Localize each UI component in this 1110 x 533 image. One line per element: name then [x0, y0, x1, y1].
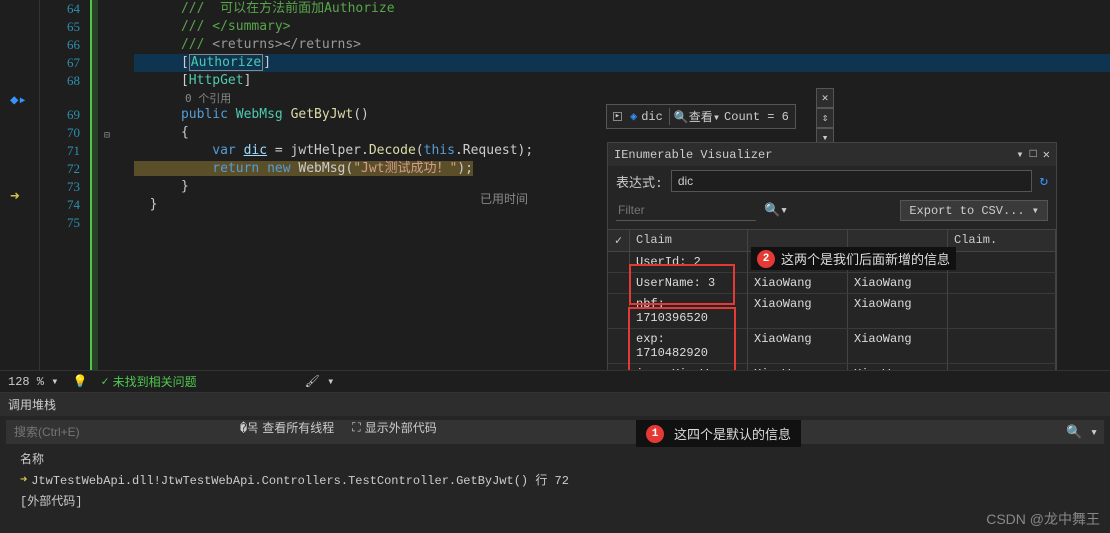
watermark: CSDN @龙中舞王	[986, 509, 1100, 529]
current-frame-icon: ➜	[20, 472, 27, 487]
refresh-icon[interactable]: ↻	[1040, 173, 1048, 190]
line-numbers: 64 65 66 67 68 69 70 71 72 73 74 75	[40, 0, 90, 370]
brush-icon[interactable]: 🖌 ▾	[305, 374, 335, 389]
no-issues-status[interactable]: ✓未找到相关问题	[101, 373, 196, 390]
datatip-var: dic	[641, 110, 663, 124]
visualizer-titlebar[interactable]: IEnumerable Visualizer ▾ □ ✕	[608, 143, 1056, 166]
fold-icon[interactable]: ⊟	[104, 130, 110, 142]
search-icon[interactable]: 🔍▾	[764, 203, 788, 218]
check-header[interactable]: ✓	[608, 230, 630, 251]
stack-frame[interactable]: [外部代码]	[0, 490, 1110, 511]
export-button[interactable]: Export to CSV... ▾	[900, 200, 1048, 221]
annotation-2: 2 这两个是我们后面新增的信息	[751, 247, 956, 270]
visualizer-title: IEnumerable Visualizer	[614, 148, 772, 162]
annotation-1: 1 这四个是默认的信息	[636, 420, 801, 447]
current-line-icon: ➜	[10, 186, 20, 206]
callstack-title: 调用堆栈	[0, 393, 1110, 416]
view-all-threads-button[interactable]: �목 查看所有线程	[240, 419, 334, 436]
datatip-close-icon[interactable]: ✕	[816, 88, 834, 108]
table-row: nbf: 1710396520XiaoWangXiaoWang	[608, 294, 1056, 329]
editor-status-bar: 128 % ▾ 💡 ✓未找到相关问题 🖌 ▾	[0, 370, 1110, 392]
dropdown-icon[interactable]: ▾	[1016, 147, 1023, 162]
search-icon[interactable]: 🔍 ▾	[1060, 425, 1104, 440]
view-dropdown[interactable]: 🔍查看▾	[669, 108, 720, 125]
col-name[interactable]: 名称	[0, 448, 1110, 469]
lightbulb-icon[interactable]: 💡	[72, 374, 87, 389]
count-label: Count = 6	[724, 110, 789, 124]
callstack-panel: 调用堆栈 🔍 ▾ �목 查看所有线程 ⛶ 显示外部代码 名称 ➜ JtwTest…	[0, 392, 1110, 533]
stack-frame[interactable]: ➜ JtwTestWebApi.dll!JtwTestWebApi.Contro…	[0, 469, 1110, 490]
debug-datatip[interactable]: ▸ ◈ dic 🔍查看▾ Count = 6	[606, 104, 796, 129]
bookmark-icon[interactable]: ◆▸	[10, 92, 27, 109]
filter-input[interactable]	[616, 200, 756, 221]
col-claim[interactable]: Claim	[630, 230, 748, 251]
badge-icon: 2	[757, 250, 775, 268]
visualizer-panel: IEnumerable Visualizer ▾ □ ✕ 表达式: ↻ 🔍▾ E…	[607, 142, 1057, 407]
zoom-level[interactable]: 128 % ▾	[8, 374, 58, 389]
cube-icon: ◈	[630, 109, 637, 124]
table-row: exp: 1710482920XiaoWangXiaoWang	[608, 329, 1056, 364]
search-input[interactable]	[6, 425, 1060, 439]
col-claim2[interactable]: Claim.	[948, 230, 1056, 251]
expression-input[interactable]	[671, 170, 1032, 192]
table-row: UserName: 3XiaoWangXiaoWang	[608, 273, 1056, 294]
outline-gutter: ⊟	[90, 0, 120, 370]
close-icon[interactable]: ✕	[1043, 147, 1050, 162]
codelens-refs[interactable]: 0 个引用	[181, 92, 231, 105]
show-external-button[interactable]: ⛶ 显示外部代码	[352, 419, 436, 436]
breakpoint-gutter[interactable]: ◆▸ ➜	[0, 0, 40, 370]
maximize-icon[interactable]: □	[1030, 147, 1037, 162]
callstack-search[interactable]: 🔍 ▾	[6, 420, 1104, 444]
datatip-pin-icon[interactable]: ⇕	[816, 108, 834, 128]
expression-label: 表达式:	[616, 172, 663, 191]
expand-icon[interactable]: ▸	[613, 112, 622, 121]
badge-icon: 1	[646, 425, 664, 443]
perf-hint: 已用时间	[480, 190, 528, 207]
